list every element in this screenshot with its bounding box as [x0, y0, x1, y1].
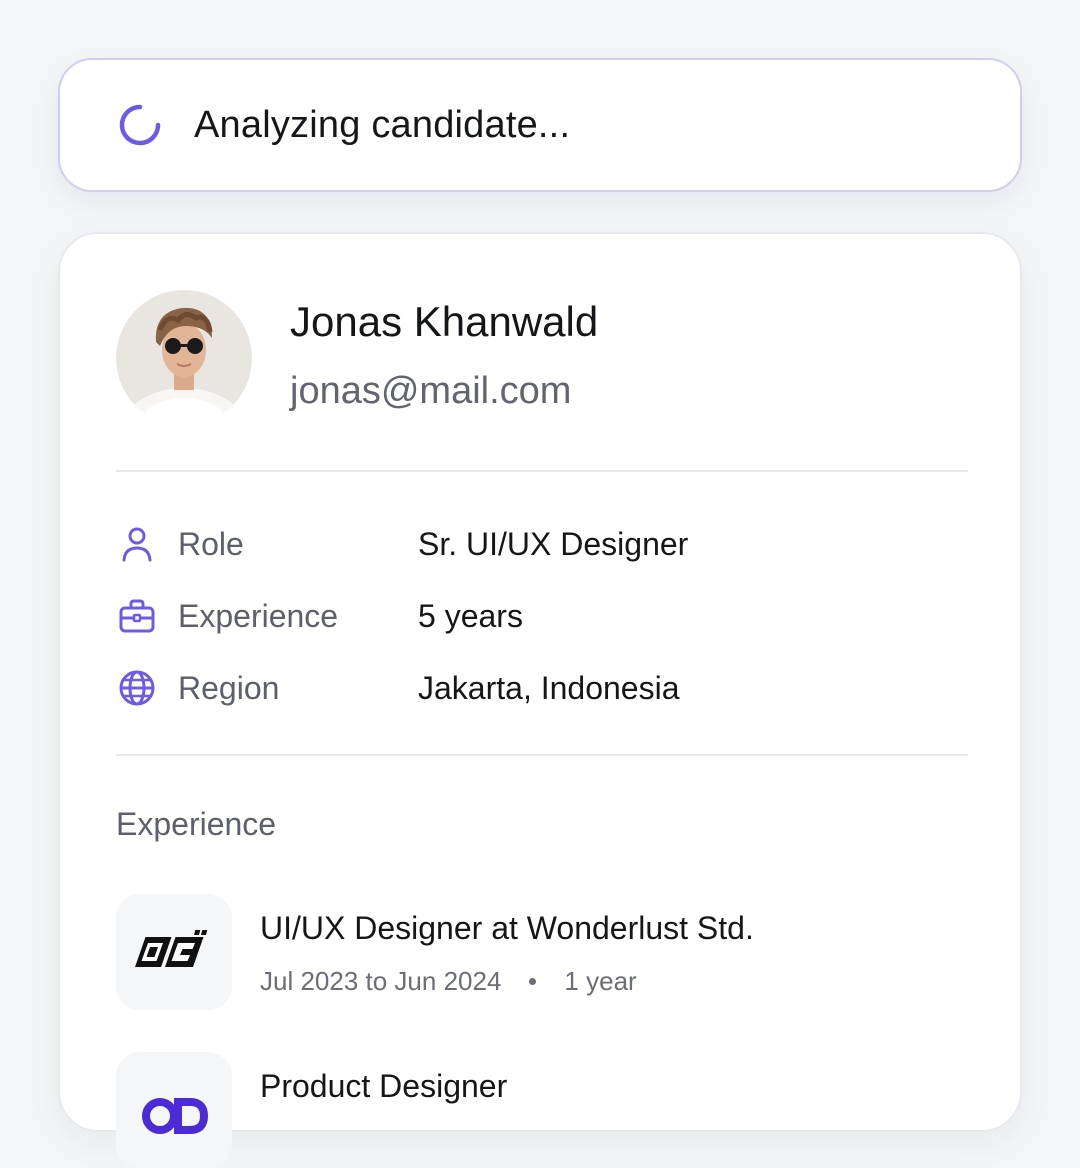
analysis-status-card: Analyzing candidate...	[58, 58, 1022, 192]
divider	[116, 470, 968, 472]
briefcase-icon	[116, 595, 158, 637]
job-title: Product Designer	[260, 1068, 508, 1104]
job-duration: 1 year	[564, 966, 637, 996]
status-text: Analyzing candidate...	[194, 103, 571, 146]
job-period: Jul 2023 to Jun 2024	[260, 966, 502, 996]
detail-label: Region	[178, 669, 280, 706]
candidate-name: Jonas Khanwald	[290, 298, 599, 345]
detail-row-experience: Experience 5 years	[116, 591, 968, 641]
detail-row-region: Region Jakarta, Indonesia	[116, 663, 968, 713]
candidate-card: Jonas Khanwald jonas@mail.com Role Sr. U…	[58, 232, 1022, 1168]
spinner-icon	[119, 104, 161, 146]
detail-value: 5 years	[418, 597, 523, 634]
detail-label: Experience	[178, 597, 339, 634]
experience-item[interactable]: Product Designer	[116, 1052, 968, 1168]
job-title: UI/UX Designer at Wonderlust Std.	[260, 910, 754, 946]
experience-item[interactable]: UI/UX Designer at Wonderlust Std. Jul 20…	[116, 894, 968, 1010]
detail-value: Sr. UI/UX Designer	[418, 525, 689, 562]
user-icon	[116, 523, 158, 565]
divider	[116, 754, 968, 756]
detail-value: Jakarta, Indonesia	[418, 669, 680, 706]
globe-icon	[116, 667, 158, 709]
wonderlust-logo	[116, 894, 232, 1010]
job-meta: Jul 2023 to Jun 2024 1 year	[260, 966, 637, 997]
od-logo	[116, 1052, 232, 1168]
experience-section-title: Experience	[116, 806, 277, 842]
avatar	[116, 290, 252, 426]
detail-label: Role	[178, 525, 244, 562]
separator-dot	[529, 978, 537, 985]
candidate-email: jonas@mail.com	[290, 370, 572, 412]
detail-row-role: Role Sr. UI/UX Designer	[116, 519, 968, 569]
